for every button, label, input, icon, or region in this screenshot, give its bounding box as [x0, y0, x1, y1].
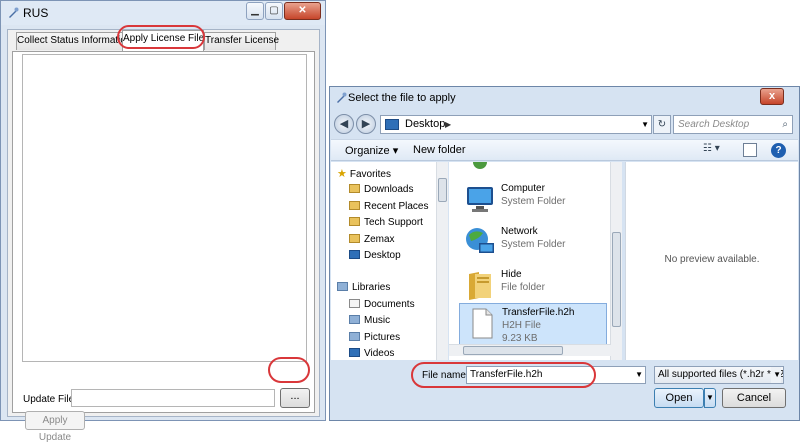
- rus-client-area: Collect Status Information Apply License…: [7, 29, 320, 443]
- tree-item-zemax[interactable]: Zemax: [349, 234, 395, 245]
- tree-item-libraries[interactable]: Libraries: [337, 282, 390, 293]
- file-item-computer[interactable]: Computer System Folder: [459, 180, 607, 220]
- star-icon: ★: [337, 168, 347, 180]
- close-button[interactable]: ✕: [284, 2, 321, 20]
- open-button[interactable]: Open: [654, 388, 704, 408]
- file-item-partial[interactable]: System Folder: [459, 162, 607, 176]
- navigation-pane: ★ Favorites Downloads Recent Places Tech …: [331, 162, 448, 360]
- address-bar[interactable]: Desktop ▶ ▼: [380, 115, 652, 134]
- file-type-value: All supported files (*.h2r *.v2: [658, 369, 784, 380]
- apply-license-panel: Update File ... Apply Update: [12, 51, 315, 443]
- dialog-title: Select the file to apply: [348, 92, 456, 104]
- rus-app-icon: [9, 7, 19, 18]
- search-icon[interactable]: ⌕: [782, 116, 788, 133]
- user-folder-icon: [473, 162, 487, 169]
- breadcrumb-arrow-icon[interactable]: ▶: [445, 116, 451, 133]
- refresh-button[interactable]: ↻: [653, 115, 671, 134]
- navigation-scrollbar[interactable]: [436, 162, 448, 360]
- desktop-icon: [385, 119, 399, 130]
- document-icon: [349, 299, 360, 308]
- picture-icon: [349, 332, 360, 341]
- cancel-button[interactable]: Cancel: [722, 388, 786, 408]
- search-input[interactable]: Search Desktop ⌕: [673, 115, 793, 134]
- file-type-select[interactable]: All supported files (*.h2r *.v2 ▼: [654, 366, 784, 384]
- file-list-hscrollbar-thumb[interactable]: [463, 346, 563, 355]
- computer-icon: [467, 187, 493, 212]
- chevron-down-icon[interactable]: ▼: [635, 367, 643, 383]
- chevron-down-icon[interactable]: ▼: [771, 367, 781, 383]
- license-output-box[interactable]: [22, 54, 307, 362]
- preview-message: No preview available.: [664, 254, 760, 265]
- dialog-titlebar[interactable]: Select the file to apply x: [330, 87, 799, 109]
- rus-titlebar[interactable]: RUS ▁ ▢ ✕: [1, 1, 325, 25]
- forward-button[interactable]: ▶: [356, 114, 376, 134]
- folder-icon: [349, 201, 360, 210]
- file-dialog: Select the file to apply x ◀ ▶ Desktop ▶…: [329, 86, 800, 421]
- folder-icon: [349, 234, 360, 243]
- tree-item-pictures[interactable]: Pictures: [349, 332, 400, 343]
- file-name-value: TransferFile.h2h: [470, 369, 543, 380]
- update-file-label: Update File: [23, 394, 75, 405]
- folder-icon: [469, 272, 491, 300]
- address-text: Desktop: [405, 118, 446, 130]
- back-button[interactable]: ◀: [334, 114, 354, 134]
- maximize-button[interactable]: ▢: [265, 2, 283, 20]
- tree-item-music[interactable]: Music: [349, 315, 390, 326]
- tree-item-desktop[interactable]: Desktop: [349, 250, 401, 261]
- library-icon: [337, 282, 348, 291]
- file-item-transferfile[interactable]: TransferFile.h2h H2H File 9.23 KB: [459, 303, 607, 347]
- file-name-input[interactable]: TransferFile.h2h ▼: [466, 366, 646, 384]
- command-toolbar: Organize ▾ New folder ☷ ▾ ?: [331, 139, 798, 161]
- network-icon: [466, 228, 494, 253]
- rus-title: RUS: [23, 6, 49, 20]
- tree-item-documents[interactable]: Documents: [349, 299, 415, 310]
- open-dropdown-button[interactable]: ▼: [704, 388, 716, 408]
- tab-collect-status-information[interactable]: Collect Status Information: [16, 32, 132, 50]
- tree-item-tech-support[interactable]: Tech Support: [349, 217, 423, 228]
- minimize-button[interactable]: ▁: [246, 2, 264, 20]
- tab-transfer-license[interactable]: Transfer License: [204, 32, 279, 50]
- file-item-network[interactable]: Network System Folder: [459, 223, 607, 263]
- file-list-hscrollbar[interactable]: [449, 344, 611, 356]
- tree-item-recent-places[interactable]: Recent Places: [349, 201, 428, 212]
- tab-apply-license-file[interactable]: Apply License File: [122, 30, 204, 51]
- organize-button[interactable]: Organize ▾: [345, 144, 398, 157]
- chevron-down-icon[interactable]: ▼: [641, 116, 649, 133]
- dialog-close-button[interactable]: x: [760, 88, 784, 105]
- file-list-scrollbar[interactable]: [610, 162, 622, 360]
- navigation-bar: ◀ ▶ Desktop ▶ ▼ ↻ Search Desktop ⌕: [330, 113, 799, 135]
- dialog-app-icon: [337, 92, 347, 103]
- file-icon: [472, 308, 493, 339]
- browse-button[interactable]: ...: [280, 388, 310, 408]
- preview-pane: No preview available.: [625, 162, 798, 360]
- file-list-scrollbar-thumb[interactable]: [612, 232, 621, 327]
- tree-item-videos[interactable]: Videos: [349, 348, 394, 359]
- file-name-label: File name:: [422, 370, 469, 381]
- folder-icon: [349, 217, 360, 226]
- desktop-icon: [349, 250, 360, 259]
- navigation-scrollbar-thumb[interactable]: [438, 178, 447, 202]
- update-file-input[interactable]: [71, 389, 275, 407]
- rus-window: RUS ▁ ▢ ✕ Collect Status Information App…: [0, 0, 326, 443]
- tree-item-favorites[interactable]: ★ Favorites: [337, 167, 391, 180]
- new-folder-button[interactable]: New folder: [413, 144, 466, 156]
- view-options-icon[interactable]: ☷ ▾: [703, 143, 720, 157]
- organize-label: Organize: [345, 145, 390, 157]
- music-icon: [349, 315, 360, 324]
- tree-item-downloads[interactable]: Downloads: [349, 184, 413, 195]
- file-item-hide[interactable]: Hide File folder: [459, 266, 607, 306]
- search-placeholder: Search Desktop: [678, 119, 750, 130]
- video-icon: [349, 348, 360, 357]
- folder-icon: [349, 184, 360, 193]
- file-list-pane: System Folder Computer System Folder Net…: [449, 162, 621, 360]
- preview-pane-icon[interactable]: [743, 143, 757, 157]
- help-icon[interactable]: ?: [771, 143, 786, 158]
